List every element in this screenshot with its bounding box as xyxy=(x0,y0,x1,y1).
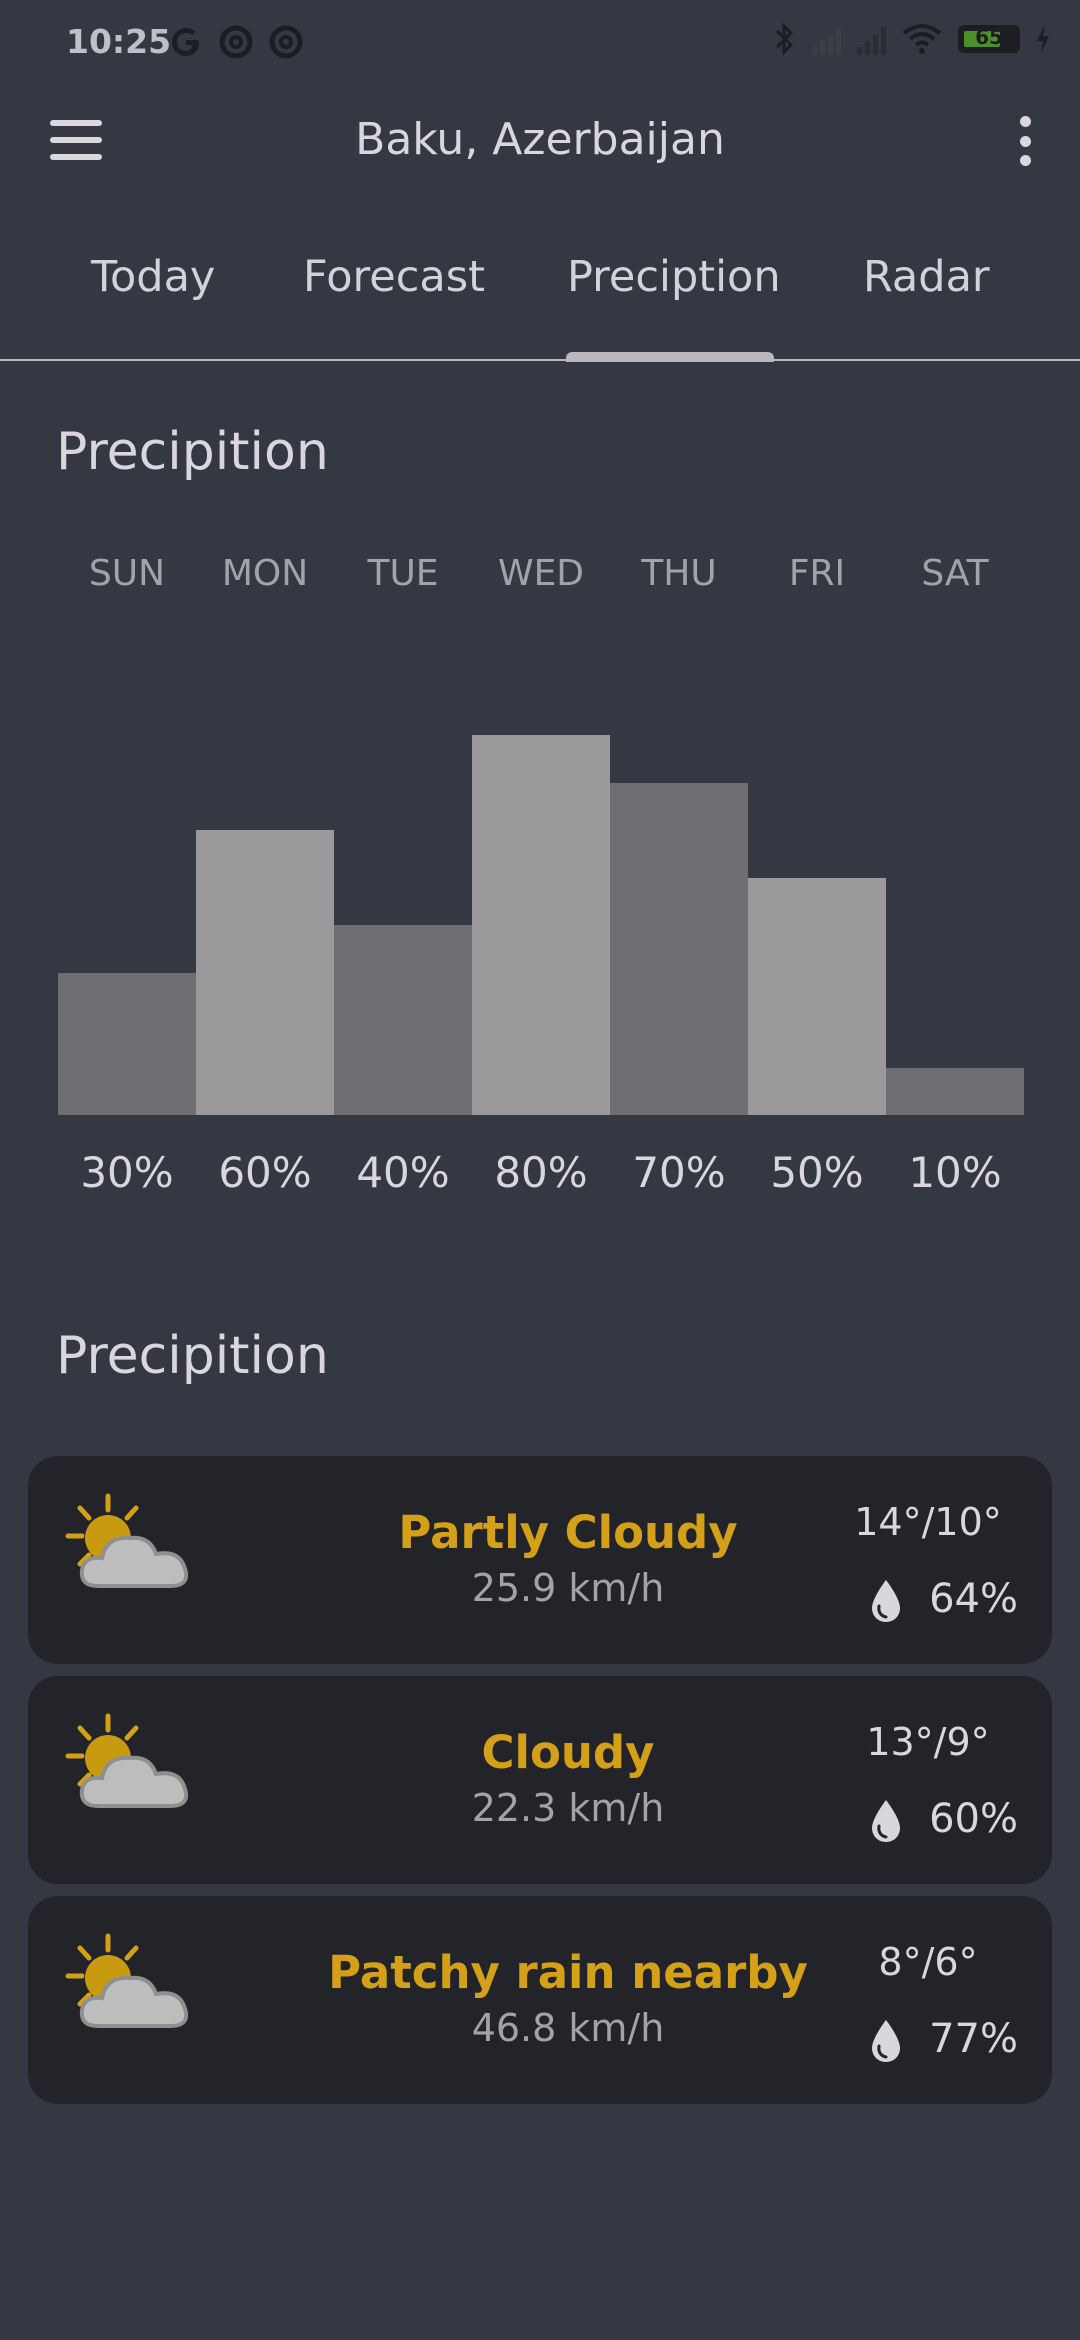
signal-icon xyxy=(857,23,886,55)
chart-day-labels: SUN MON TUE WED THU FRI SAT xyxy=(58,553,1024,603)
tab-preciption[interactable]: Preciption xyxy=(567,252,781,302)
day-label: WED xyxy=(497,553,585,594)
chart-section-title: Precipition xyxy=(56,422,329,482)
tab-today[interactable]: Today xyxy=(91,252,215,302)
bar-value-label: 10% xyxy=(908,1148,1002,1197)
humidity-value: 77% xyxy=(929,2016,1018,2062)
humidity-value: 60% xyxy=(929,1796,1018,1842)
day-label: MON xyxy=(221,553,309,594)
bar-value-label: 30% xyxy=(80,1148,174,1197)
page-title: Baku, Azerbaijan xyxy=(355,114,725,165)
temperature-range: 8°/6° xyxy=(878,1940,978,1984)
wind-speed: 22.3 km/h xyxy=(471,1786,665,1830)
water-drop-icon xyxy=(872,1800,900,1842)
bar-value-label: 60% xyxy=(218,1148,312,1197)
chart-bar-wed xyxy=(472,735,610,1115)
bar-value-label: 40% xyxy=(356,1148,450,1197)
app-bar: Baku, Azerbaijan xyxy=(0,90,1080,190)
precipitation-bar-chart xyxy=(58,640,1024,1115)
partly-cloudy-icon xyxy=(65,1493,189,1588)
chart-bar-fri xyxy=(748,877,886,1115)
tab-forecast[interactable]: Forecast xyxy=(303,252,485,302)
forecast-card[interactable]: Cloudy 22.3 km/h 13°/9° 60% xyxy=(28,1676,1052,1884)
sync-icon xyxy=(269,25,303,59)
tab-bar: Today Forecast Preciption Radar xyxy=(0,230,1080,362)
partly-cloudy-icon xyxy=(65,1713,189,1808)
day-label: THU xyxy=(641,553,717,594)
tab-radar[interactable]: Radar xyxy=(863,252,990,302)
status-bar: 10:25 65 xyxy=(0,0,1080,90)
water-drop-icon xyxy=(872,1580,900,1622)
water-drop-icon xyxy=(872,2020,900,2062)
bar-value-label: 70% xyxy=(632,1148,726,1197)
status-time: 10:25 xyxy=(66,22,172,61)
list-section-title: Precipition xyxy=(56,1326,329,1386)
chart-bar-sat xyxy=(886,1067,1024,1115)
chart-bar-mon xyxy=(196,830,334,1115)
chart-bar-sun xyxy=(58,972,196,1115)
bluetooth-icon xyxy=(775,22,794,56)
temperature-range: 14°/10° xyxy=(854,1500,1002,1544)
day-label: TUE xyxy=(367,553,439,594)
day-label: SAT xyxy=(921,553,989,594)
sync-icon xyxy=(219,25,253,59)
day-label: FRI xyxy=(788,553,846,594)
humidity-value: 64% xyxy=(929,1576,1018,1622)
battery-level: 65 xyxy=(975,25,1003,49)
condition-text: Cloudy xyxy=(481,1726,655,1779)
condition-text: Patchy rain nearby xyxy=(328,1946,808,1999)
charging-icon xyxy=(1037,25,1049,53)
day-label: SUN xyxy=(88,553,166,594)
forecast-card[interactable]: Patchy rain nearby 46.8 km/h 8°/6° 77% xyxy=(28,1896,1052,2104)
divider xyxy=(0,359,1080,361)
chart-bar-tue xyxy=(334,925,472,1115)
wifi-icon xyxy=(902,24,942,54)
chart-bar-thu xyxy=(610,782,748,1115)
more-vert-icon[interactable] xyxy=(1010,116,1040,166)
bar-value-label: 80% xyxy=(494,1148,588,1197)
partly-cloudy-icon xyxy=(65,1933,189,2028)
signal-icon xyxy=(812,23,841,55)
temperature-range: 13°/9° xyxy=(866,1720,990,1764)
bar-value-label: 50% xyxy=(770,1148,864,1197)
forecast-card[interactable]: Partly Cloudy 25.9 km/h 14°/10° 64% xyxy=(28,1456,1052,1664)
condition-text: Partly Cloudy xyxy=(398,1506,738,1559)
wind-speed: 46.8 km/h xyxy=(471,2006,665,2050)
google-icon xyxy=(172,28,199,56)
battery-icon: 65 xyxy=(958,25,1020,53)
wind-speed: 25.9 km/h xyxy=(471,1566,665,1610)
